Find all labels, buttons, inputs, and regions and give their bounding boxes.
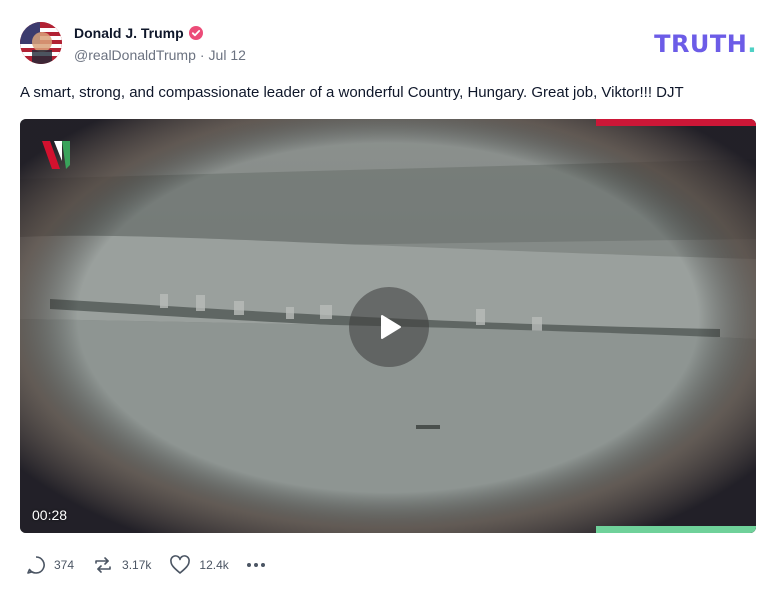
reply-button[interactable]: 374 — [26, 555, 74, 575]
more-options-button[interactable] — [246, 563, 265, 567]
author-block: Donald J. Trump @realDonaldTrump · Jul 1… — [74, 24, 246, 63]
like-count: 12.4k — [199, 558, 229, 572]
post-actions: 374 3.17k 12.4k — [26, 553, 283, 577]
reply-count: 374 — [54, 558, 75, 572]
video-player[interactable]: 00:28 — [20, 119, 756, 533]
logo-dot: . — [747, 30, 757, 58]
more-icon — [246, 563, 251, 567]
play-icon — [381, 315, 401, 339]
avatar[interactable] — [20, 22, 62, 64]
video-progress-bar[interactable] — [596, 526, 756, 533]
truth-logo[interactable]: TRUTH. — [654, 30, 757, 58]
retruth-icon — [95, 557, 111, 573]
like-icon — [170, 555, 191, 574]
retruth-count: 3.17k — [122, 558, 152, 572]
video-duration: 00:28 — [32, 507, 68, 523]
retruth-button[interactable]: 3.17k — [92, 555, 151, 575]
author-handle[interactable]: @realDonaldTrump — [74, 47, 196, 63]
reply-icon — [27, 556, 45, 574]
author-name[interactable]: Donald J. Trump — [74, 25, 184, 41]
channel-logo — [40, 139, 72, 171]
like-button[interactable]: 12.4k — [169, 555, 229, 575]
meta-separator: · — [199, 47, 205, 63]
video-top-bar — [596, 119, 756, 126]
logo-text: TRUTH — [654, 30, 748, 58]
play-button[interactable] — [349, 287, 429, 367]
post-date[interactable]: Jul 12 — [209, 47, 246, 63]
verified-badge-icon — [188, 26, 203, 40]
post-text: A smart, strong, and compassionate leade… — [20, 84, 684, 101]
post-header: Donald J. Trump @realDonaldTrump · Jul 1… — [20, 22, 757, 66]
